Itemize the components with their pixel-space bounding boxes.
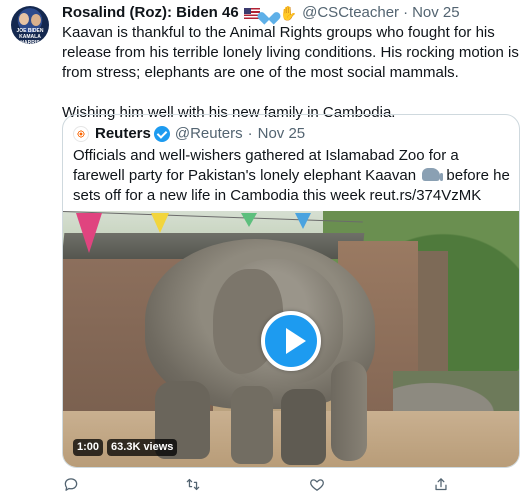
elephant-leg <box>281 389 326 465</box>
like-icon[interactable] <box>308 476 326 493</box>
author-name[interactable]: Rosalind (Roz): Biden 46 <box>62 3 239 23</box>
vulcan-salute-icon: ✋ <box>279 5 298 21</box>
quoted-tweet-date[interactable]: Nov 25 <box>258 124 306 144</box>
share-icon[interactable] <box>432 476 450 493</box>
author-handle[interactable]: @CSCteacher <box>302 3 399 23</box>
quoted-tweet-header: Reuters @Reuters · Nov 25 <box>73 124 305 144</box>
avatar-face-right <box>31 14 41 26</box>
retweet-icon[interactable] <box>184 476 202 493</box>
elephant-leg <box>231 386 273 464</box>
quoted-header-separator: · <box>247 125 253 142</box>
pennant-green <box>241 213 257 227</box>
quoted-author-name[interactable]: Reuters <box>95 124 151 144</box>
tweet-date[interactable]: Nov 25 <box>412 3 460 23</box>
video-player[interactable]: 1:00 63.3K views <box>63 211 519 467</box>
quoted-text-part-1: Officials and well-wishers gathered at I… <box>73 147 459 184</box>
video-badges: 1:00 63.3K views <box>73 439 178 456</box>
play-button-icon[interactable] <box>261 311 321 371</box>
avatar-caption: JOE BIDEN KAMALA HARRIS <box>16 28 44 44</box>
header-separator: · <box>403 4 409 21</box>
pennant-pink <box>76 213 102 253</box>
pennant-yellow <box>151 213 169 233</box>
quoted-tweet-text: Officials and well-wishers gathered at I… <box>73 146 513 206</box>
tweet-text: Kaavan is thankful to the Animal Rights … <box>62 23 524 123</box>
tweet-actions <box>62 476 492 493</box>
video-duration: 1:00 <box>73 439 104 456</box>
tweet[interactable]: JOE BIDEN KAMALA HARRIS Rosalind (Roz): … <box>0 0 531 493</box>
pennant-blue <box>295 213 311 229</box>
quoted-author-handle[interactable]: @Reuters <box>175 124 243 144</box>
tweet-header: Rosalind (Roz): Biden 46 ✋ @CSCteacher ·… <box>62 3 460 23</box>
reuters-logo-icon[interactable] <box>73 126 89 142</box>
video-views: 63.3K views <box>107 439 178 456</box>
avatar-face-left <box>19 13 29 25</box>
elephant-icon <box>422 168 444 181</box>
reply-icon[interactable] <box>62 476 80 493</box>
verified-badge-icon <box>153 126 170 142</box>
quoted-tweet[interactable]: Reuters @Reuters · Nov 25 Officials and … <box>62 114 520 468</box>
blue-heart-icon <box>262 7 276 19</box>
tweet-paragraph-1: Kaavan is thankful to the Animal Rights … <box>62 24 519 81</box>
author-avatar[interactable]: JOE BIDEN KAMALA HARRIS <box>11 6 49 44</box>
elephant-trunk <box>331 361 367 461</box>
